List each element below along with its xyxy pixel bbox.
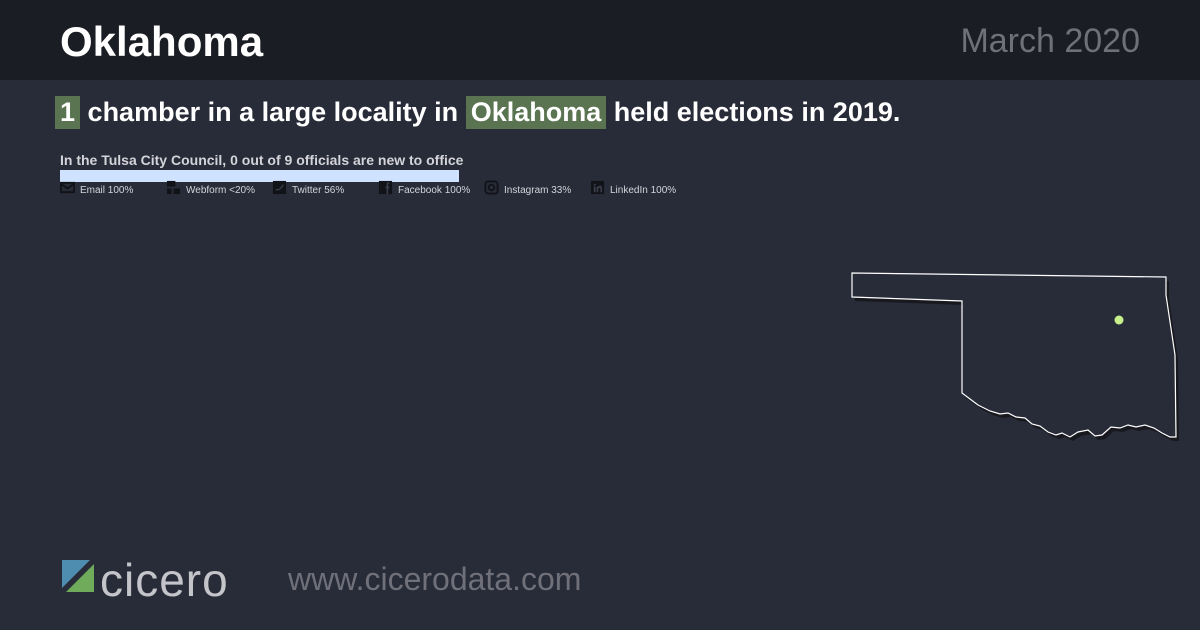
contact-instagram-label: Instagram 33% [504, 185, 572, 196]
city-marker [1114, 315, 1124, 325]
contact-instagram: Instagram 33% [484, 180, 572, 196]
brand-wordmark: cicero [100, 554, 229, 606]
headline-end-text: held elections in 2019. [613, 97, 901, 127]
state-title: Oklahoma [60, 18, 264, 65]
council-summary: In the Tulsa City Council, 0 out of 9 of… [60, 152, 464, 168]
instagram-icon [484, 180, 499, 195]
contact-linkedin: LinkedIn 100% [590, 180, 677, 196]
contact-linkedin-label: LinkedIn 100% [610, 185, 677, 196]
headline: 1 chamber in a large locality in Oklahom… [55, 96, 900, 129]
email-icon [60, 181, 75, 194]
state-highlight: Oklahoma [465, 96, 607, 129]
contact-twitter: Twitter 56% [272, 180, 345, 196]
officials-bar [60, 170, 459, 182]
facebook-icon [378, 180, 393, 195]
twitter-icon [272, 180, 287, 195]
cicero-logo-icon [62, 560, 94, 592]
website-url: www.cicerodata.com [288, 561, 582, 597]
oklahoma-map [851, 272, 1179, 441]
report-date: March 2020 [960, 22, 1140, 60]
contact-email-label: Email 100% [80, 185, 134, 196]
chamber-count-highlight: 1 [55, 96, 81, 129]
contact-webform: Webform <20% [166, 180, 256, 196]
contact-webform-label: Webform <20% [186, 185, 256, 196]
contact-email: Email 100% [60, 181, 134, 196]
contact-facebook: Facebook 100% [378, 180, 471, 196]
header-bar: Oklahoma March 2020 [0, 0, 1200, 80]
webform-icon [166, 180, 181, 195]
state-outline [851, 272, 1177, 438]
headline-mid-text: chamber in a large locality in [87, 97, 459, 127]
linkedin-icon [590, 180, 605, 195]
contact-facebook-label: Facebook 100% [398, 185, 471, 196]
contact-twitter-label: Twitter 56% [292, 185, 345, 196]
